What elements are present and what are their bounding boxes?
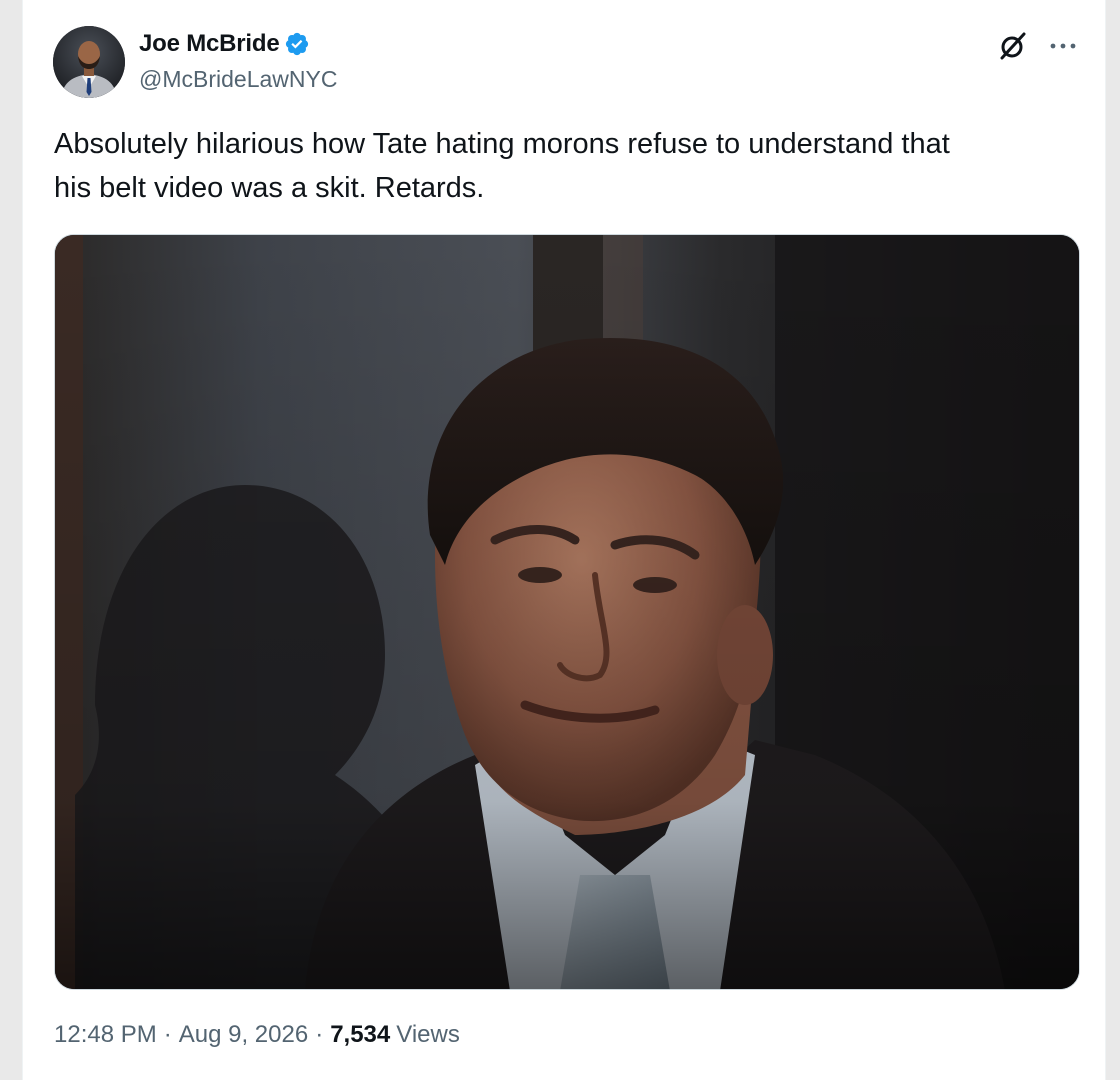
avatar-photo bbox=[53, 26, 125, 98]
more-options-icon bbox=[1050, 43, 1076, 49]
views-count[interactable]: 7,534 bbox=[330, 1021, 390, 1049]
views-label: Views bbox=[396, 1021, 460, 1048]
tweet-video[interactable] bbox=[54, 234, 1080, 990]
video-still-image bbox=[55, 235, 1079, 989]
author-avatar[interactable] bbox=[53, 26, 125, 98]
author-name-row: Joe McBride bbox=[139, 28, 310, 60]
author-handle[interactable]: @McBrideLawNYC bbox=[139, 66, 337, 93]
tweet-text: Absolutely hilarious how Tate hating mor… bbox=[54, 128, 950, 204]
meta-separator: · bbox=[315, 1021, 324, 1048]
verified-badge-icon bbox=[285, 32, 308, 56]
more-options-button[interactable] bbox=[1041, 26, 1085, 66]
tweet-date[interactable]: Aug 9, 2026 bbox=[179, 1021, 308, 1049]
grok-button[interactable] bbox=[993, 26, 1033, 66]
tweet-metadata: 12:48 PM · Aug 9, 2026 · 7,534 Views bbox=[54, 1021, 460, 1049]
author-display-name[interactable]: Joe McBride bbox=[139, 30, 280, 58]
tweet-time[interactable]: 12:48 PM bbox=[54, 1021, 157, 1049]
meta-separator: · bbox=[163, 1021, 172, 1048]
grok-icon bbox=[1000, 32, 1026, 60]
tweet-card: Joe McBride @McBrideLawNYC Absolutely hi… bbox=[22, 0, 1106, 1080]
